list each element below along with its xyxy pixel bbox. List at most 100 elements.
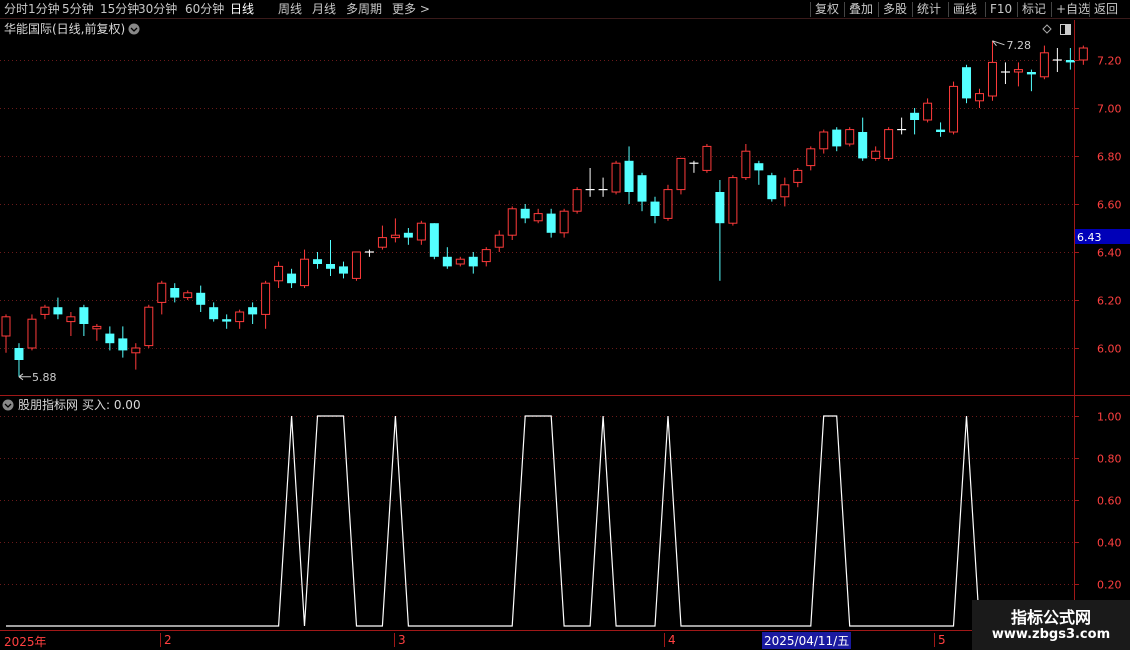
candle: [949, 81, 959, 135]
period-tab-2[interactable]: 5分钟: [62, 0, 94, 19]
candle: [533, 208, 543, 224]
candle: [494, 230, 504, 252]
candle: [313, 252, 323, 269]
function-button-1[interactable]: 叠加: [849, 0, 873, 19]
candle: [235, 309, 245, 329]
price-tick-label: 7.20: [1097, 55, 1122, 68]
candle: [53, 297, 63, 320]
date-axis: 2025年 2 3 4 2025/04/11/五 5: [0, 630, 1130, 650]
candle: [429, 223, 439, 260]
diamond-icon[interactable]: [1042, 24, 1052, 34]
function-button-2[interactable]: 多股: [883, 0, 907, 19]
candle-body: [611, 162, 621, 193]
period-tab-5[interactable]: 60分钟: [185, 0, 224, 19]
candle-body: [1039, 52, 1049, 78]
indicator-dropdown-icon[interactable]: [2, 399, 14, 411]
toolbar-separator: [1051, 2, 1052, 17]
candle: [923, 98, 933, 123]
indicator-chart[interactable]: 1.00 0.80 0.60 0.40 0.20 股朋指标网 买入: 0.00: [0, 396, 1130, 630]
title-dropdown-icon[interactable]: [128, 23, 140, 35]
candle: [806, 146, 816, 171]
period-tab-9[interactable]: 多周期: [346, 0, 382, 19]
toolbar-separator: [912, 2, 913, 17]
candle-body: [975, 93, 984, 102]
function-button-4[interactable]: 画线: [953, 0, 977, 19]
candle: [910, 108, 920, 135]
candle: [326, 240, 335, 276]
indicator-line: [6, 415, 1084, 627]
function-button-8[interactable]: 返回: [1094, 0, 1118, 19]
candle-body: [235, 311, 245, 323]
price-gridlines: [0, 60, 1074, 349]
candle: [66, 312, 76, 336]
date-label-2025: 2025年: [4, 635, 47, 649]
period-tab-4[interactable]: 30分钟: [138, 0, 177, 19]
candle: [845, 127, 855, 147]
indicator-value: 买入: 0.00: [82, 398, 141, 412]
candle: [637, 172, 647, 212]
candle-body: [520, 208, 530, 219]
candle-body: [949, 85, 959, 133]
candle-body: [910, 112, 920, 120]
function-button-0[interactable]: 复权: [815, 0, 839, 19]
candle-body: [637, 175, 647, 202]
candle: [27, 314, 37, 351]
period-tab-10[interactable]: 更多 >: [392, 0, 430, 19]
candle-body: [728, 177, 738, 224]
candle-body: [274, 265, 284, 282]
layout-toggle-icon[interactable]: [1060, 24, 1071, 35]
candle: [858, 117, 868, 161]
toolbar-separator: [844, 2, 845, 17]
indicator-gridlines: [0, 416, 1074, 585]
candlestick-chart[interactable]: 7.20 7.00 6.80 6.60 6.40 6.20 6.00 华能国际(日线,前复权…: [0, 20, 1130, 396]
candle: [287, 268, 297, 288]
period-tab-1[interactable]: 1分钟: [28, 0, 60, 19]
candle-body: [871, 150, 881, 159]
candle: [559, 208, 569, 238]
period-tab-0[interactable]: 分时: [4, 0, 28, 19]
candle-body: [14, 348, 24, 360]
toolbar-separator: [810, 2, 811, 17]
function-button-3[interactable]: 统计: [917, 0, 941, 19]
candle: [364, 249, 374, 257]
period-tab-8[interactable]: 月线: [312, 0, 336, 19]
toolbar-separator: [878, 2, 879, 17]
candle: [222, 314, 232, 329]
candle-body: [806, 148, 816, 167]
indicator-title: 股朋指标网: [18, 397, 78, 412]
period-tab-7[interactable]: 周线: [278, 0, 302, 19]
candle: [507, 206, 517, 240]
date-label-apr: 4: [664, 633, 676, 647]
period-tab-3[interactable]: 15分钟: [100, 0, 139, 19]
candle-body: [157, 282, 167, 303]
candle-body: [455, 258, 465, 265]
candle: [754, 160, 764, 185]
candle-body: [624, 160, 634, 192]
candle: [209, 302, 219, 322]
candle-body: [92, 325, 102, 330]
candle: [481, 247, 491, 267]
candle-body: [494, 234, 504, 248]
candle: [274, 261, 284, 288]
candle-body: [326, 264, 335, 269]
candle-body: [1013, 69, 1023, 73]
candle: [871, 146, 881, 161]
candle-body: [533, 213, 543, 222]
candle: [702, 144, 712, 173]
function-button-5[interactable]: F10: [990, 0, 1012, 19]
candle: [261, 280, 271, 329]
period-tab-6[interactable]: 日线: [230, 0, 254, 19]
candle: [689, 160, 699, 173]
candle-body: [105, 333, 115, 344]
candle: [170, 283, 180, 303]
function-button-7[interactable]: +自选: [1056, 0, 1090, 19]
candle: [975, 88, 984, 108]
candle: [650, 196, 660, 224]
indicator-tick-label: 1.00: [1097, 411, 1122, 424]
candle-body: [702, 145, 712, 171]
price-tick-label: 6.00: [1097, 343, 1122, 356]
candle-body: [313, 259, 323, 264]
candle: [468, 252, 478, 274]
function-button-6[interactable]: 标记: [1022, 0, 1046, 19]
watermark-title: 指标公式网: [1010, 608, 1091, 627]
